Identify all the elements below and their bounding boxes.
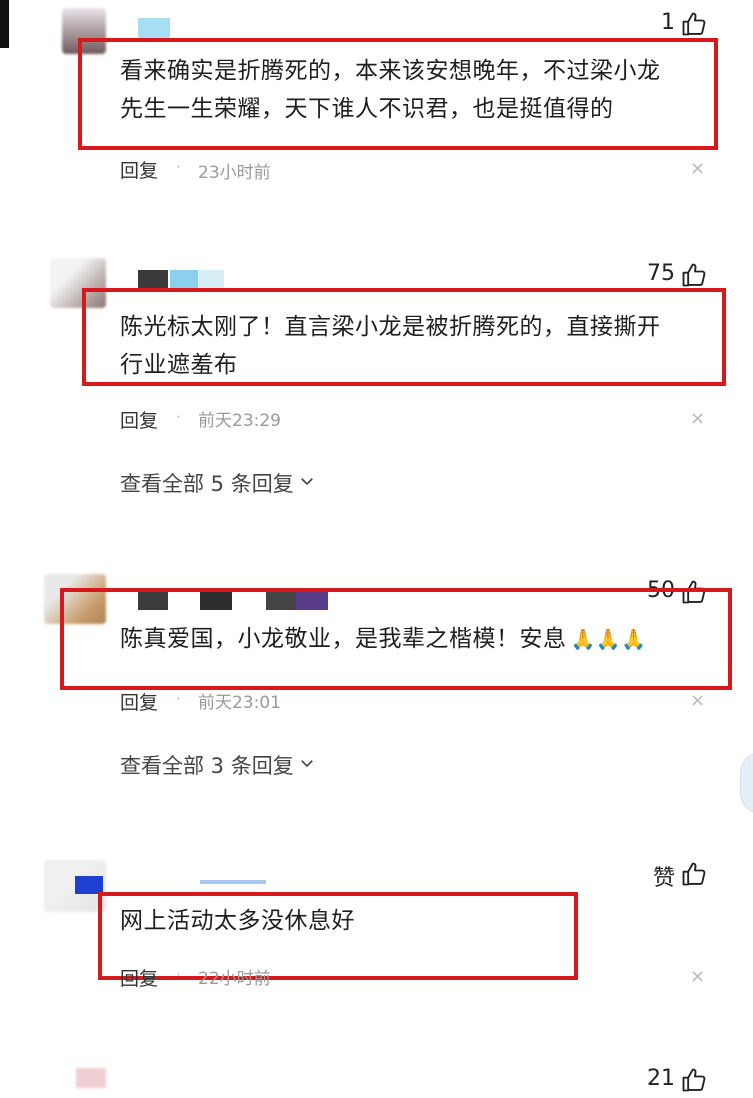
thumbs-up-icon[interactable] [680,860,708,888]
comment-line: 陈光标太刚了！直言梁小龙是被折腾死的，直接撕开 [120,314,661,340]
edge-mark [0,0,9,48]
reply-button[interactable]: 回复 [120,688,158,715]
comment-line: 陈真爱国，小龙敬业，是我辈之楷模！安息 [120,626,567,652]
close-icon[interactable]: × [690,408,705,429]
view-all-replies[interactable]: 查看全部 5 条回复 [120,468,316,498]
thumbs-up-icon[interactable] [680,1066,708,1094]
comment-text: 看来确实是折腾死的，本来该安想晚年，不过梁小龙 先生一生荣耀，天下谁人不识君，也… [120,52,710,128]
close-icon[interactable]: × [690,690,705,711]
comment-line: 先生一生荣耀，天下谁人不识君，也是挺值得的 [120,96,614,122]
chevron-down-icon [298,753,316,777]
comment-line: 看来确实是折腾死的，本来该安想晚年，不过梁小龙 [120,58,661,84]
avatar[interactable] [76,1068,106,1088]
comment-text: 陈真爱国，小龙敬业，是我辈之楷模！安息 🙏🙏🙏 [120,620,720,658]
separator-dot: · [176,408,181,426]
close-icon[interactable]: × [690,158,705,179]
like-count: 21 [647,1066,675,1091]
username-redacted [170,270,198,290]
view-all-label: 查看全部 3 条回复 [120,754,294,778]
separator-dot: · [176,690,181,708]
floating-scroll-button[interactable] [740,752,753,814]
comment-line: 行业遮羞布 [120,352,238,378]
thumbs-up-icon[interactable] [680,10,708,38]
timestamp: 23小时前 [198,163,271,183]
comment-text: 陈光标太刚了！直言梁小龙是被折腾死的，直接撕开 行业遮羞布 [120,308,715,384]
like-count: 75 [647,261,675,286]
view-all-replies[interactable]: 查看全部 3 条回复 [120,750,316,780]
chevron-down-icon [298,471,316,495]
timestamp: 22小时前 [198,969,271,989]
username-redacted [200,880,266,884]
timestamp: 前天23:01 [198,693,281,713]
close-icon[interactable]: × [690,966,705,987]
separator-dot: · [176,966,181,984]
username-redacted [138,270,168,290]
like-count: 1 [661,10,675,35]
reply-button[interactable]: 回复 [120,156,158,183]
username-redacted [138,18,170,40]
comment-text: 网上活动太多没休息好 [120,908,355,934]
like-label: 赞 [652,866,675,891]
separator-dot: · [176,158,181,176]
timestamp: 前天23:29 [198,411,281,431]
praying-hands-emoji: 🙏🙏🙏 [570,627,647,651]
thumbs-up-icon[interactable] [680,261,708,289]
username-redacted [198,270,224,290]
reply-button[interactable]: 回复 [120,406,158,433]
reply-button[interactable]: 回复 [120,964,158,991]
view-all-label: 查看全部 5 条回复 [120,472,294,496]
